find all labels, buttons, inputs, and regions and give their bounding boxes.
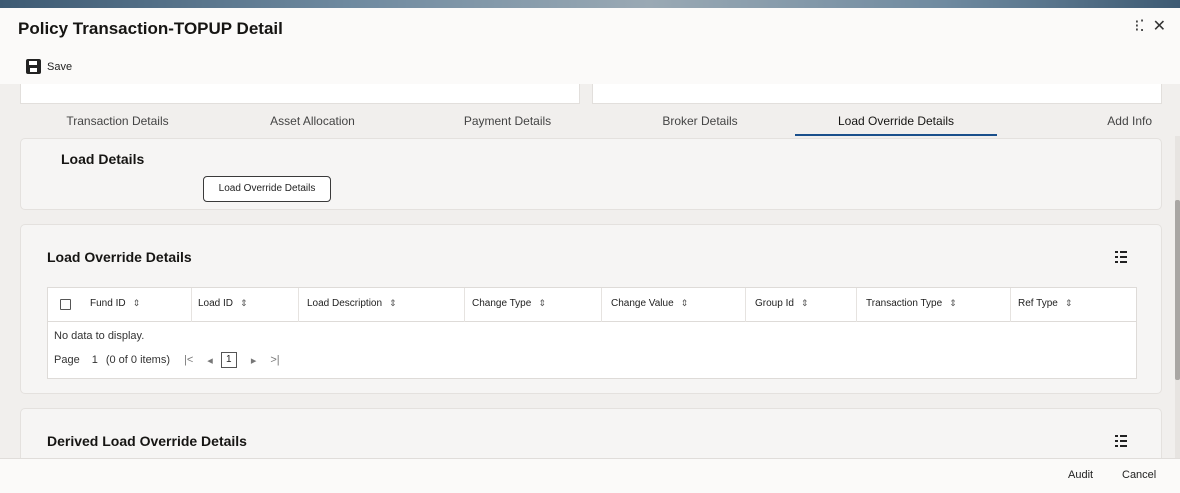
window-title: Policy Transaction-TOPUP Detail [18, 19, 283, 38]
toolbar: Save [0, 50, 1180, 84]
title-bar: Policy Transaction-TOPUP Detail ⁝⁚ ✕ [0, 8, 1180, 50]
column-divider [191, 288, 192, 322]
pagination: Page 1 (0 of 0 items) |< ◂ 1 ▸ >| [54, 352, 280, 368]
page-label: Page [54, 354, 80, 366]
window-controls: ⁝⁚ ✕ [1134, 18, 1166, 36]
save-label: Save [47, 60, 73, 73]
empty-table-message: No data to display. [54, 330, 145, 342]
load-override-table: Fund ID ⇕ Load ID ⇕ Load Description ⇕ Chan… [47, 287, 1137, 379]
tab-broker-details[interactable]: Broker Details [605, 108, 795, 136]
column-divider [1010, 288, 1011, 322]
tab-transaction-details[interactable]: Transaction Details [20, 108, 215, 136]
column-list-icon[interactable] [1115, 435, 1127, 447]
sort-icon[interactable]: ⇕ [240, 298, 248, 308]
restore-icon[interactable]: ⁝⁚ [1134, 18, 1144, 36]
floppy-disk-icon [26, 59, 41, 74]
column-change-type[interactable]: Change Type ⇕ [472, 298, 546, 309]
page-number-input[interactable]: 1 [92, 354, 98, 366]
save-button[interactable]: Save [26, 59, 72, 74]
header-field-left[interactable] [20, 84, 580, 104]
close-icon[interactable]: ✕ [1153, 18, 1166, 36]
current-page-button[interactable]: 1 [220, 352, 237, 368]
column-divider [745, 288, 746, 322]
column-list-icon[interactable] [1115, 251, 1127, 263]
first-page-icon[interactable]: |< [184, 354, 193, 366]
tab-load-override-details[interactable]: Load Override Details [795, 108, 997, 136]
header-fields [20, 84, 1162, 104]
load-override-title: Load Override Details [47, 249, 192, 265]
column-divider [464, 288, 465, 322]
column-transaction-type[interactable]: Transaction Type ⇕ [866, 298, 957, 309]
tab-bar: Transaction Details Asset Allocation Pay… [20, 108, 1162, 136]
previous-page-icon[interactable]: ◂ [207, 354, 213, 367]
tab-asset-allocation[interactable]: Asset Allocation [215, 108, 410, 136]
column-divider [298, 288, 299, 322]
load-details-panel: Load Details Load Override Details [20, 138, 1162, 210]
column-divider [856, 288, 857, 322]
load-details-title: Load Details [61, 151, 145, 167]
column-divider [601, 288, 602, 322]
sort-icon[interactable]: ⇕ [801, 298, 809, 308]
audit-button[interactable]: Audit [1068, 469, 1093, 481]
footer-bar: Audit Cancel [0, 458, 1180, 493]
scrollbar-thumb[interactable] [1175, 200, 1180, 380]
next-page-icon[interactable]: ▸ [251, 354, 257, 367]
top-decorative-strip [0, 0, 1180, 8]
sort-icon[interactable]: ⇕ [949, 298, 957, 308]
column-ref-type[interactable]: Ref Type ⇕ [1018, 298, 1072, 309]
column-load-id[interactable]: Load ID ⇕ [198, 298, 248, 309]
cancel-button[interactable]: Cancel [1122, 469, 1156, 481]
header-field-right[interactable] [592, 84, 1162, 104]
sort-icon[interactable]: ⇕ [1065, 298, 1073, 308]
load-override-details-button[interactable]: Load Override Details [203, 176, 331, 202]
column-group-id[interactable]: Group Id ⇕ [755, 298, 808, 309]
sort-icon[interactable]: ⇕ [681, 298, 689, 308]
derived-load-override-title: Derived Load Override Details [47, 433, 247, 449]
select-all-checkbox[interactable] [60, 299, 71, 310]
sort-icon[interactable]: ⇕ [538, 298, 546, 308]
table-header: Fund ID ⇕ Load ID ⇕ Load Description ⇕ Chan… [48, 288, 1136, 322]
column-change-value[interactable]: Change Value ⇕ [611, 298, 688, 309]
sort-icon[interactable]: ⇕ [133, 298, 141, 308]
load-override-panel: Load Override Details Fund ID ⇕ Load ID ⇕ … [20, 224, 1162, 394]
column-fund-id[interactable]: Fund ID ⇕ [90, 298, 140, 309]
column-load-description[interactable]: Load Description ⇕ [307, 298, 397, 309]
tab-payment-details[interactable]: Payment Details [410, 108, 605, 136]
last-page-icon[interactable]: >| [270, 354, 279, 366]
tab-add-info[interactable]: Add Info [997, 108, 1162, 136]
page-items-info: (0 of 0 items) [105, 354, 171, 366]
sort-icon[interactable]: ⇕ [389, 298, 397, 308]
